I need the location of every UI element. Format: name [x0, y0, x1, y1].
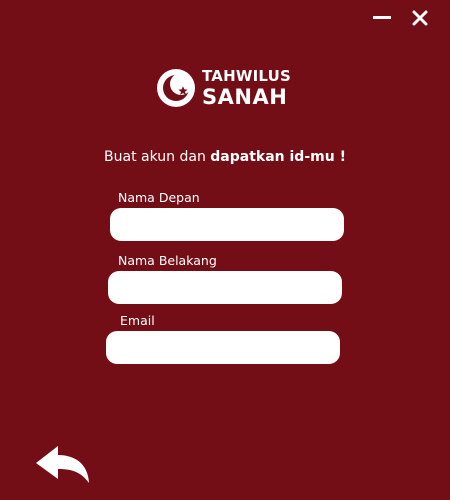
first-name-input[interactable] — [110, 208, 344, 241]
email-input[interactable] — [106, 331, 340, 364]
close-icon — [412, 10, 428, 26]
last-name-input[interactable] — [108, 271, 342, 304]
minimize-button[interactable] — [372, 8, 392, 28]
first-name-label: Nama Depan — [118, 190, 200, 205]
close-button[interactable] — [410, 8, 430, 28]
back-arrow-icon — [36, 446, 89, 483]
logo-title-line1: TAHWILUS — [202, 66, 291, 85]
window-controls — [372, 8, 430, 28]
logo-title-line2: SANAH — [202, 84, 288, 109]
minimize-icon — [373, 16, 391, 19]
headline-text: Buat akun dan — [104, 149, 211, 165]
crescent-star-icon — [157, 69, 195, 107]
back-button[interactable] — [34, 443, 92, 485]
page-headline: Buat akun dan dapatkan id-mu ! — [0, 149, 450, 165]
last-name-label: Nama Belakang — [118, 253, 217, 268]
app-logo: TAHWILUS SANAH — [156, 68, 291, 108]
email-label: Email — [120, 313, 155, 328]
logo-text: TAHWILUS SANAH — [202, 66, 291, 109]
headline-emphasis: dapatkan id-mu ! — [210, 149, 346, 165]
